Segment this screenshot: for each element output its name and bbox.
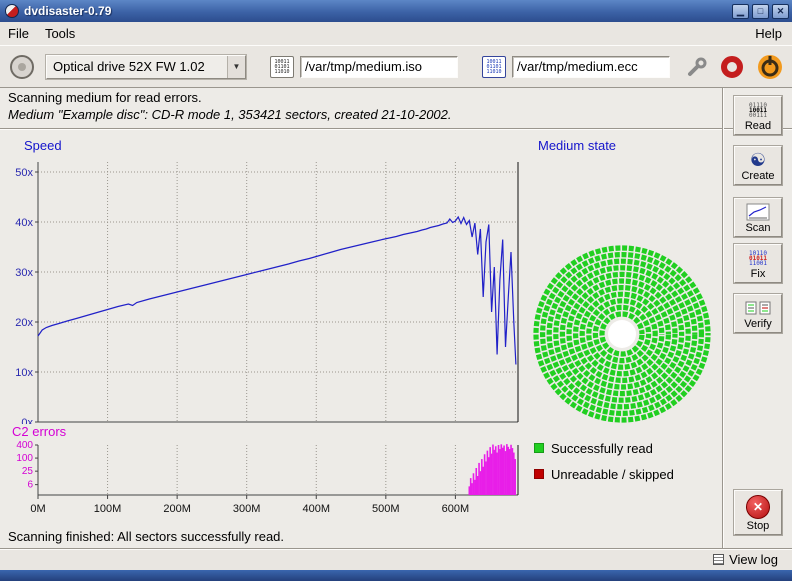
maximize-icon[interactable]: □ [752, 4, 769, 19]
red-swatch-icon [534, 469, 544, 479]
svg-text:6: 6 [27, 480, 33, 491]
app-window: dvdisaster-0.79 ▁ □ ✕ File Tools Help Op… [0, 0, 792, 581]
dvdisaster-logo-icon[interactable] [720, 55, 744, 79]
stop-icon: ✕ [735, 494, 781, 520]
svg-text:20x: 20x [15, 317, 33, 329]
menu-file[interactable]: File [0, 23, 37, 44]
speed-chart: 0x 10x 20x 30x 40x 50x [0, 152, 530, 424]
menu-tools[interactable]: Tools [37, 23, 83, 44]
log-icon [713, 554, 724, 565]
svg-text:400: 400 [16, 440, 33, 451]
close-icon[interactable]: ✕ [772, 4, 789, 19]
yin-yang-icon: ☯ [735, 150, 781, 170]
view-log-label: View log [729, 552, 778, 567]
read-button-label: Read [735, 120, 781, 132]
svg-text:25: 25 [22, 466, 34, 477]
drive-select[interactable]: Optical drive 52X FW 1.02 ▼ [46, 55, 246, 79]
svg-text:100: 100 [16, 453, 33, 464]
scan-button[interactable]: Scan [734, 198, 782, 237]
menu-bar: File Tools Help [0, 22, 792, 46]
svg-text:100M: 100M [94, 503, 122, 515]
quit-power-icon[interactable] [756, 53, 784, 81]
stop-button[interactable]: ✕ Stop [734, 490, 782, 535]
svg-text:600M: 600M [442, 503, 470, 515]
green-swatch-icon [534, 443, 544, 453]
minimize-icon[interactable]: ▁ [732, 4, 749, 19]
scan-curve-icon [735, 202, 781, 222]
create-button-label: Create [735, 170, 781, 182]
medium-state-disc [524, 236, 720, 432]
svg-text:10x: 10x [15, 367, 33, 379]
verify-chips-icon [735, 298, 781, 318]
chevron-down-icon[interactable]: ▼ [227, 56, 245, 78]
read-binary-icon: 01110 10011 00111 [735, 100, 781, 120]
toolbar: Optical drive 52X FW 1.02 ▼ 100110110111… [0, 46, 792, 88]
preferences-wrench-icon[interactable] [686, 56, 708, 78]
medium-info: Medium "Example disc": CD-R mode 1, 3534… [8, 107, 452, 122]
legend-item-read: Successfully read [534, 438, 674, 458]
legend-item-unreadable: Unreadable / skipped [534, 464, 674, 484]
c2-chart-title: C2 errors [12, 424, 66, 439]
view-log-button[interactable]: View log [709, 551, 782, 568]
ecc-file-input[interactable] [512, 56, 670, 78]
scan-result-message: Scanning finished: All sectors successfu… [8, 529, 284, 544]
create-button[interactable]: ☯ Create [734, 146, 782, 185]
app-icon[interactable] [5, 4, 19, 18]
medium-state-title: Medium state [538, 138, 616, 153]
action-sidebar: 01110 10011 00111 Read ☯ Create [724, 88, 792, 548]
status-bar: View log [0, 548, 792, 570]
fix-button[interactable]: 10110 01011 11001 Fix [734, 244, 782, 283]
image-file-icon[interactable]: 100110110111010 [270, 56, 294, 78]
svg-text:300M: 300M [233, 503, 261, 515]
svg-text:0M: 0M [30, 503, 45, 515]
speed-chart-title: Speed [24, 138, 62, 153]
fix-binary-icon: 10110 01011 11001 [735, 248, 781, 268]
svg-text:50x: 50x [15, 167, 33, 179]
legend: Successfully read Unreadable / skipped [534, 438, 674, 490]
c2-errors-chart: 6 25 100 400 0M 100M 200M 300M 400M 500M 600M [0, 440, 530, 535]
window-title: dvdisaster-0.79 [24, 4, 729, 18]
svg-text:400M: 400M [302, 503, 330, 515]
fix-button-label: Fix [735, 268, 781, 280]
window-bottom-border [0, 570, 792, 581]
drive-icon[interactable] [8, 53, 36, 81]
ecc-file-icon[interactable]: 100110110111010 [482, 56, 506, 78]
svg-text:0x: 0x [21, 417, 33, 424]
legend-label: Unreadable / skipped [551, 467, 674, 482]
menu-help[interactable]: Help [745, 23, 792, 44]
verify-button[interactable]: Verify [734, 294, 782, 333]
svg-text:500M: 500M [372, 503, 400, 515]
svg-text:40x: 40x [15, 217, 33, 229]
read-button[interactable]: 01110 10011 00111 Read [734, 96, 782, 135]
verify-button-label: Verify [735, 318, 781, 330]
scan-button-label: Scan [735, 222, 781, 234]
title-bar[interactable]: dvdisaster-0.79 ▁ □ ✕ [0, 0, 792, 22]
legend-label: Successfully read [551, 441, 653, 456]
svg-text:200M: 200M [163, 503, 191, 515]
svg-text:30x: 30x [15, 267, 33, 279]
iso-file-input[interactable] [300, 56, 458, 78]
separator [0, 128, 792, 130]
main-pane: Scanning medium for read errors. Medium … [0, 88, 792, 548]
stop-button-label: Stop [735, 520, 781, 532]
status-message: Scanning medium for read errors. [8, 90, 202, 105]
drive-select-value: Optical drive 52X FW 1.02 [47, 59, 227, 74]
